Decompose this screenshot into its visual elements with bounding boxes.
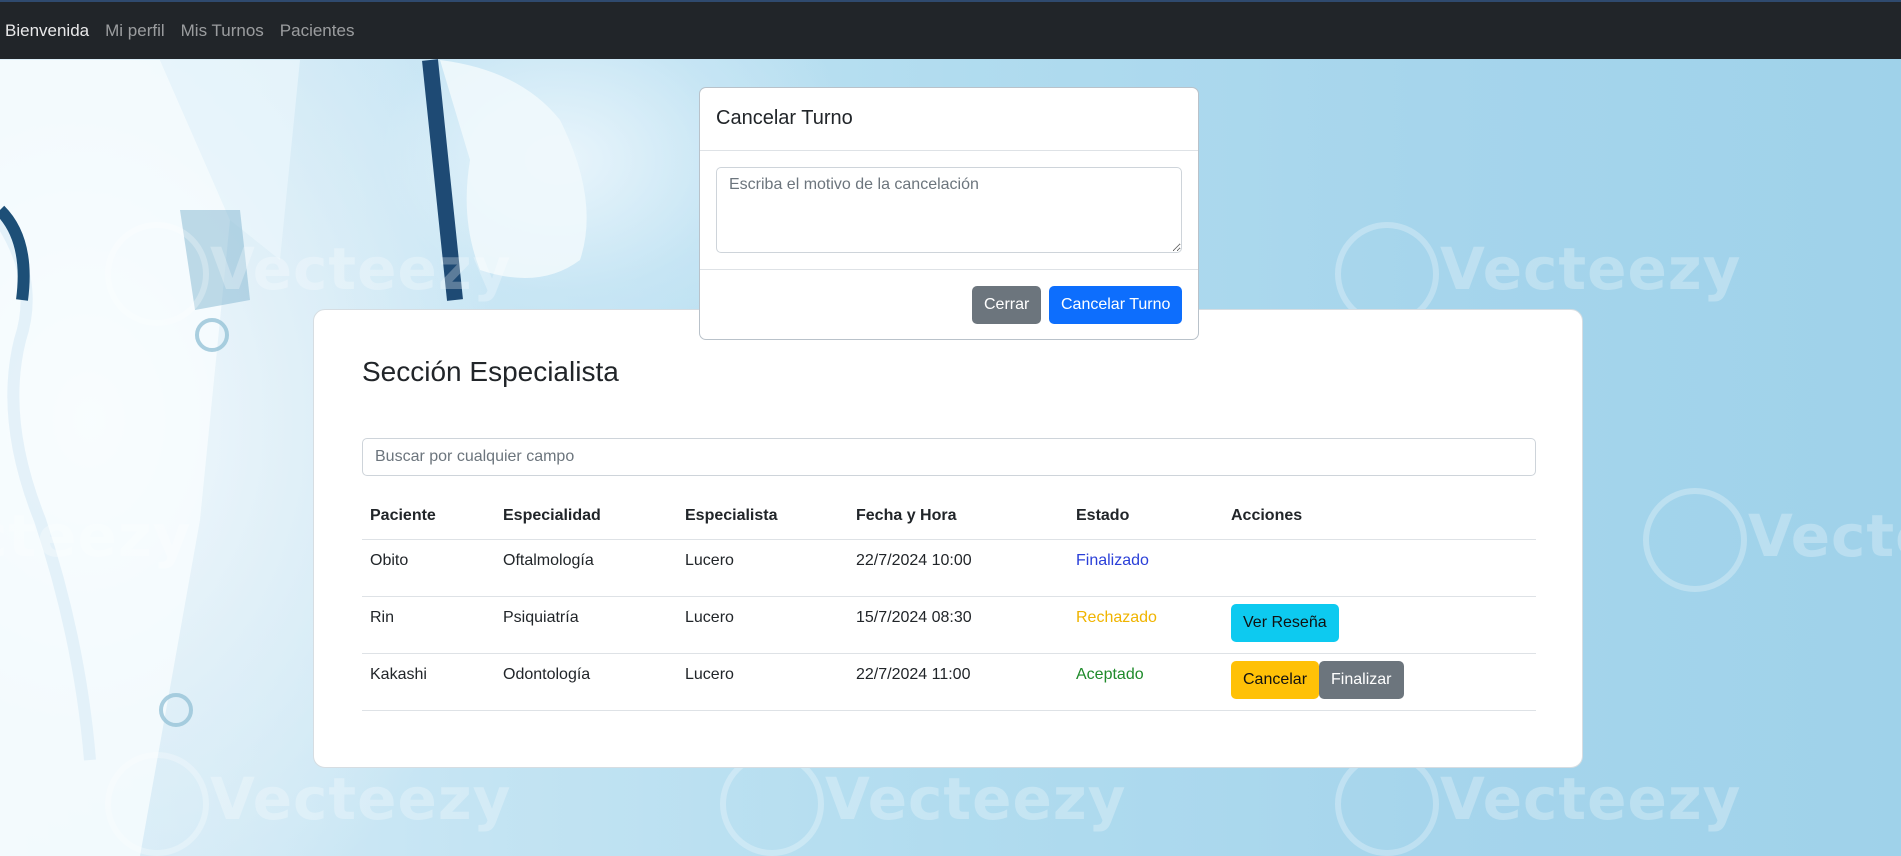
column-header-especialidad: Especialidad [495,493,677,540]
nav-link-mi-perfil[interactable]: Mi perfil [105,21,165,41]
column-header-fecha-hora: Fecha y Hora [848,493,1068,540]
cell-paciente: Kakashi [362,653,495,711]
column-header-especialista: Especialista [677,493,848,540]
cell-acciones [1223,539,1536,597]
search-input[interactable] [362,438,1536,476]
table-row: Obito Oftalmología Lucero 22/7/2024 10:0… [362,539,1536,597]
nav-link-bienvenida[interactable]: Bienvenida [5,21,89,41]
cell-fecha-hora: 22/7/2024 10:00 [848,539,1068,597]
cancelar-turno-modal: Cancelar Turno Cerrar Cancelar Turno [699,87,1199,340]
cancelar-turno-row-button[interactable]: Cancelar [1231,660,1320,699]
cancel-reason-textarea[interactable] [716,167,1182,253]
cell-acciones: Ver Reseña [1223,596,1536,654]
page-title: Sección Especialista [362,356,619,387]
turnos-table: Paciente Especialidad Especialista Fecha… [362,493,1536,711]
watermark-text: Vecteezy [210,765,512,833]
status-finalizado: Finalizado [1068,539,1223,597]
cell-acciones: Cancelar Finalizar [1223,653,1536,711]
watermark-text: Vecteezy [210,235,512,303]
cell-especialista: Lucero [677,539,848,597]
modal-title: Cancelar Turno [716,107,853,129]
watermark-logo [1643,488,1747,592]
finalizar-turno-button[interactable]: Finalizar [1319,660,1404,699]
confirm-cancel-button[interactable]: Cancelar Turno [1049,286,1183,324]
watermark-text: Vecteezy [1440,765,1742,833]
column-header-estado: Estado [1068,493,1223,540]
table-header-row: Paciente Especialidad Especialista Fecha… [362,493,1536,540]
cell-fecha-hora: 22/7/2024 11:00 [848,653,1068,711]
table-row: Rin Psiquiatría Lucero 15/7/2024 08:30 R… [362,596,1536,654]
cell-especialista: Lucero [677,596,848,654]
watermark-logo [105,222,209,326]
modal-footer: Cerrar Cancelar Turno [700,269,1198,339]
watermark-text: Vecteezy [1440,235,1742,303]
modal-header: Cancelar Turno [700,88,1198,151]
cell-paciente: Obito [362,539,495,597]
cell-especialidad: Odontología [495,653,677,711]
status-aceptado: Aceptado [1068,653,1223,711]
close-button[interactable]: Cerrar [972,286,1042,324]
status-rechazado: Rechazado [1068,596,1223,654]
ver-resena-button[interactable]: Ver Reseña [1231,603,1339,642]
nav-link-mis-turnos[interactable]: Mis Turnos [181,21,264,41]
table-row: Kakashi Odontología Lucero 22/7/2024 11:… [362,653,1536,711]
watermark-text: Vecteezy [825,765,1127,833]
cell-fecha-hora: 15/7/2024 08:30 [848,596,1068,654]
column-header-acciones: Acciones [1223,493,1536,540]
especialista-section-card: Sección Especialista Paciente Especialid… [313,309,1583,768]
watermark-logo [105,752,209,856]
cell-especialista: Lucero [677,653,848,711]
cell-paciente: Rin [362,596,495,654]
watermark-text: Vecteezy [1748,502,1901,570]
column-header-paciente: Paciente [362,493,495,540]
nav-link-pacientes[interactable]: Pacientes [280,21,355,41]
cell-especialidad: Oftalmología [495,539,677,597]
cell-especialidad: Psiquiatría [495,596,677,654]
watermark-text: Vecteezy [0,502,192,570]
top-navbar: Bienvenida Mi perfil Mis Turnos Paciente… [0,0,1901,59]
